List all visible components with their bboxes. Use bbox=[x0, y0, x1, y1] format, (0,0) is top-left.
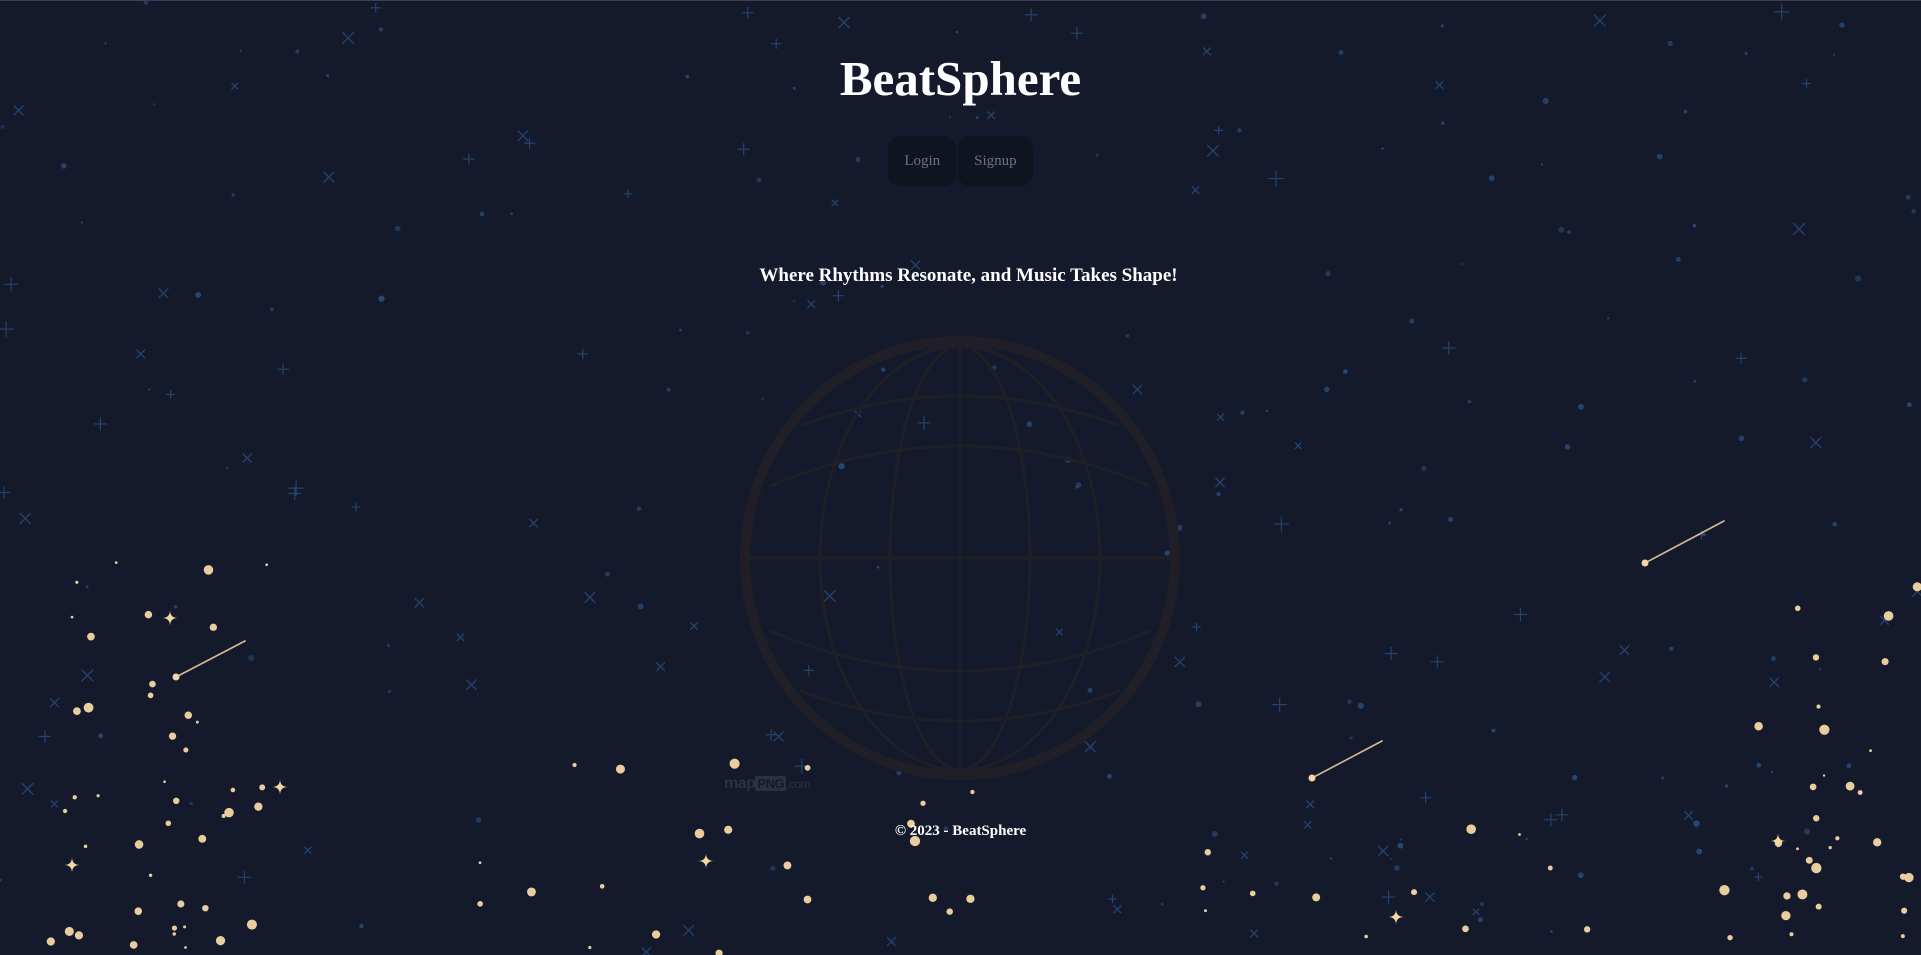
watermark-middle: PNG bbox=[755, 776, 787, 791]
watermark: map PNG .com bbox=[724, 775, 811, 793]
watermark-suffix: .com bbox=[786, 777, 811, 791]
watermark-prefix: map bbox=[724, 775, 756, 792]
globe-icon bbox=[740, 336, 1180, 780]
signup-button[interactable]: Signup bbox=[958, 136, 1033, 186]
auth-nav: Login Signup bbox=[0, 136, 1921, 186]
hero-tagline: Where Rhythms Resonate, and Music Takes … bbox=[759, 265, 1178, 286]
landing-page: BeatSphere Login Signup Where Rhythms Re… bbox=[0, 0, 1921, 955]
login-button[interactable]: Login bbox=[888, 136, 957, 186]
footer-copyright: © 2023 - BeatSphere bbox=[894, 823, 1027, 839]
site-title: BeatSphere bbox=[839, 51, 1082, 106]
